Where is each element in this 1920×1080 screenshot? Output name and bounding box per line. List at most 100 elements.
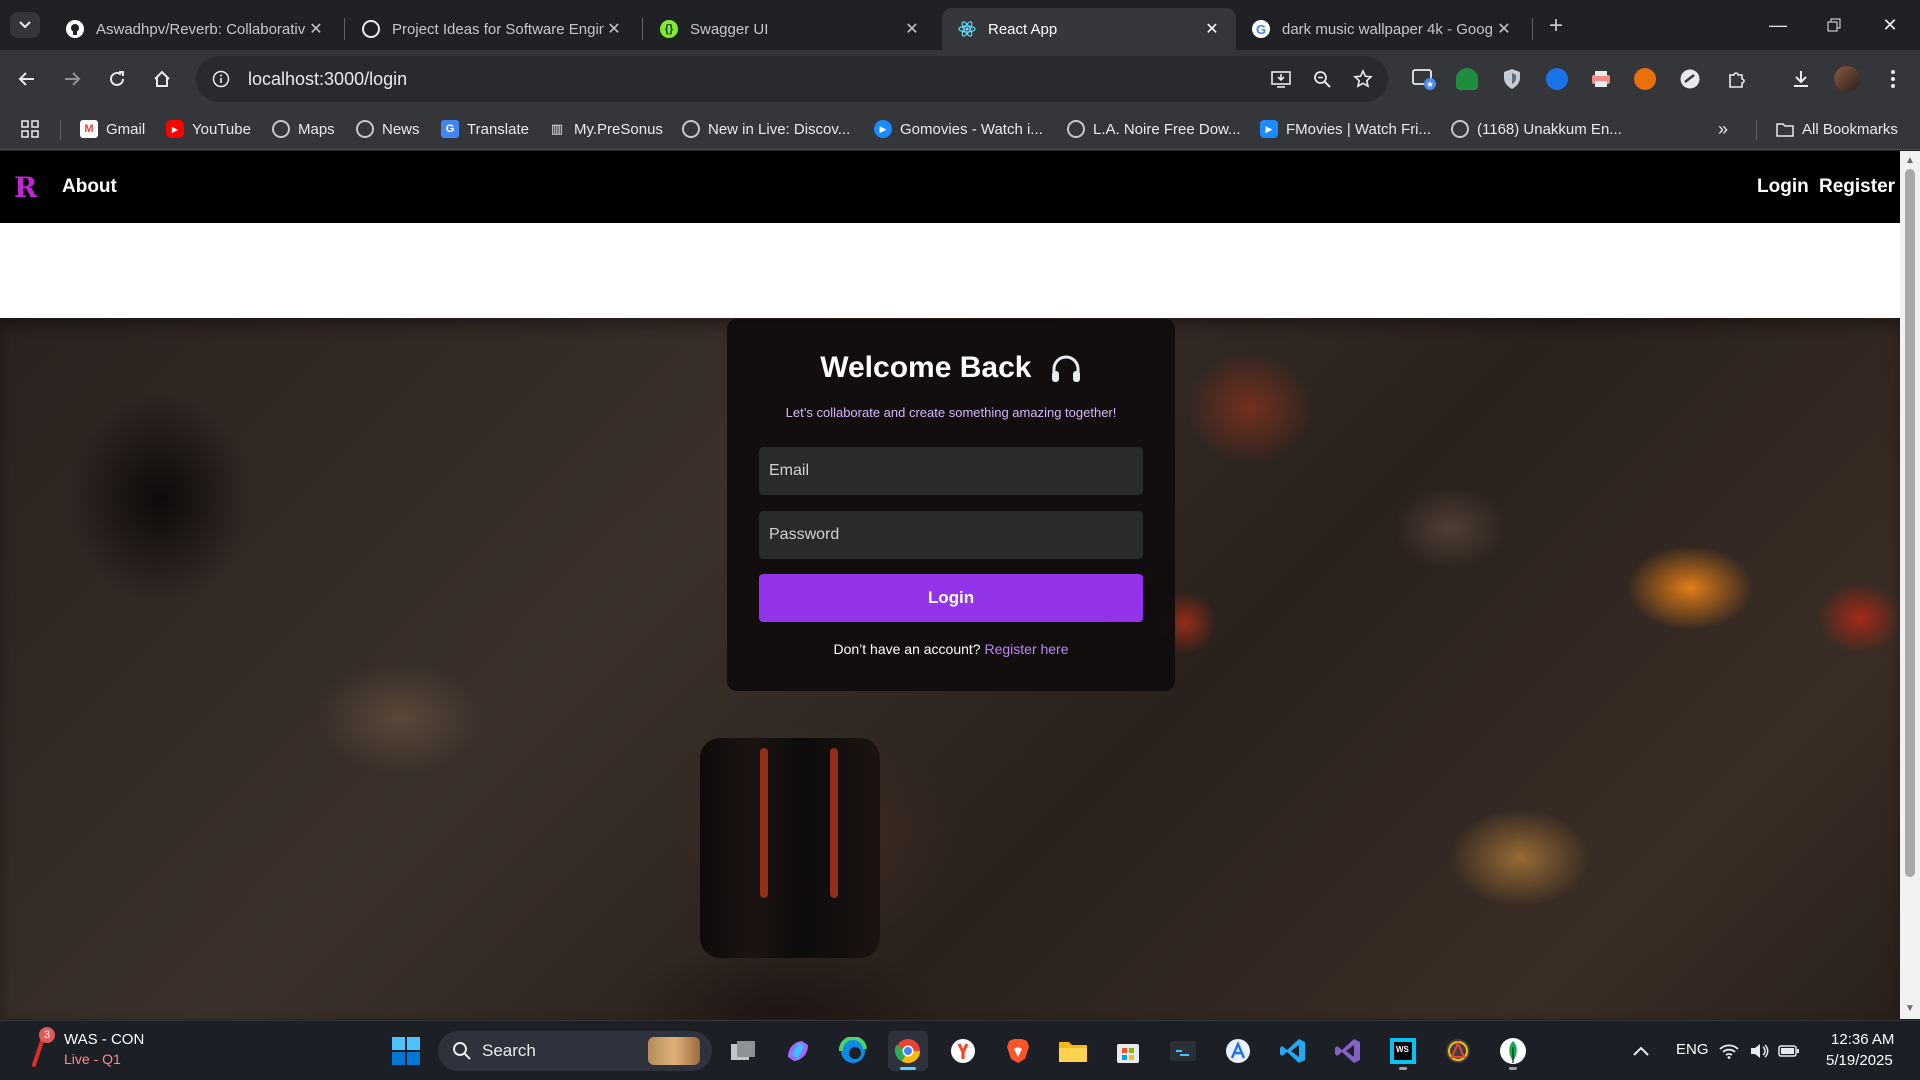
plus-icon: + bbox=[1548, 12, 1563, 39]
restore-button[interactable] bbox=[1806, 0, 1862, 50]
bookmark-news[interactable]: News bbox=[356, 116, 420, 142]
back-button[interactable] bbox=[10, 62, 44, 96]
bookmark-gmail[interactable]: M Gmail bbox=[80, 116, 145, 142]
tab-project-ideas[interactable]: Project Ideas for Software Engin ✕ bbox=[346, 8, 638, 50]
microsoft-store-button[interactable] bbox=[1108, 1031, 1148, 1071]
bookmark-fmovies[interactable]: ▶ FMovies | Watch Fri... bbox=[1260, 116, 1431, 142]
cookie-extension-icon[interactable] bbox=[1628, 62, 1662, 96]
tab-title: Project Ideas for Software Engin bbox=[392, 20, 604, 38]
new-tab-button[interactable]: + bbox=[1542, 12, 1570, 40]
shield-extension-icon[interactable] bbox=[1495, 62, 1529, 96]
shazam-extension-icon[interactable] bbox=[1540, 62, 1574, 96]
bookmark-star-icon[interactable] bbox=[1346, 62, 1380, 96]
downloads-icon[interactable] bbox=[1784, 62, 1818, 96]
bookmark-la-noire[interactable]: L.A. Noire Free Dow... bbox=[1067, 116, 1241, 142]
close-icon[interactable]: ✕ bbox=[902, 19, 922, 39]
apps-grid-icon[interactable] bbox=[20, 116, 40, 142]
mongodb-button[interactable] bbox=[1493, 1031, 1533, 1071]
nav-about-link[interactable]: About bbox=[62, 176, 117, 198]
scroll-up-arrow-icon[interactable]: ▲ bbox=[1904, 155, 1916, 167]
register-link[interactable]: Register here bbox=[984, 641, 1068, 657]
yandex-icon bbox=[951, 1039, 975, 1063]
clock-time[interactable]: 12:36 AM bbox=[1831, 1031, 1894, 1048]
show-hidden-icons-button[interactable] bbox=[1621, 1031, 1661, 1071]
address-bar[interactable]: localhost:3000/login bbox=[196, 56, 1388, 102]
tab-search-button[interactable] bbox=[10, 12, 40, 38]
presonus-icon: ▥ bbox=[550, 121, 564, 136]
register-prompt-text: Don’t have an account? bbox=[833, 641, 981, 657]
site-info-icon[interactable] bbox=[204, 62, 238, 96]
profile-avatar[interactable] bbox=[1830, 62, 1864, 96]
file-explorer-button[interactable] bbox=[1053, 1031, 1093, 1071]
bookmark-ableton-live[interactable]: New in Live: Discov... bbox=[682, 116, 850, 142]
close-icon[interactable]: ✕ bbox=[1202, 19, 1222, 39]
start-button[interactable] bbox=[386, 1031, 426, 1071]
search-highlight-image bbox=[648, 1037, 700, 1065]
chromium-app-button[interactable] bbox=[1438, 1031, 1478, 1071]
webstorm-button[interactable]: WS bbox=[1383, 1031, 1423, 1071]
bookmark-label: News bbox=[382, 120, 420, 138]
vscode-button[interactable] bbox=[1273, 1031, 1313, 1071]
home-button[interactable] bbox=[145, 62, 179, 96]
chevron-down-icon bbox=[19, 21, 31, 29]
brand-logo[interactable]: R bbox=[14, 171, 37, 204]
password-field[interactable] bbox=[759, 511, 1143, 559]
bookmark-gomovies[interactable]: ▶ Gomovies - Watch i... bbox=[874, 116, 1043, 142]
brave-button[interactable] bbox=[998, 1031, 1038, 1071]
printer-extension-icon[interactable] bbox=[1584, 62, 1618, 96]
reload-button[interactable] bbox=[100, 62, 134, 96]
all-bookmarks-button[interactable]: All Bookmarks bbox=[1776, 116, 1898, 142]
bookmark-youtube[interactable]: ▶ YouTube bbox=[166, 116, 251, 142]
weather-title: WAS - CON bbox=[64, 1031, 145, 1048]
tab-google-search[interactable]: G dark music wallpaper 4k - Goog ✕ bbox=[1236, 8, 1528, 50]
close-window-button[interactable]: ✕ bbox=[1862, 0, 1918, 50]
close-icon[interactable]: ✕ bbox=[306, 19, 326, 39]
extensions-puzzle-icon[interactable] bbox=[1720, 62, 1754, 96]
nav-register-link[interactable]: Register bbox=[1819, 176, 1895, 198]
taskbar-search[interactable]: Search bbox=[438, 1031, 712, 1071]
login-button[interactable]: Login bbox=[759, 574, 1143, 622]
globe-icon bbox=[682, 120, 700, 138]
wifi-icon[interactable] bbox=[1714, 1031, 1744, 1071]
screen-cast-extension-icon[interactable] bbox=[1407, 62, 1441, 96]
speedometer-extension-icon[interactable] bbox=[1673, 62, 1707, 96]
edge-button[interactable] bbox=[833, 1031, 873, 1071]
scroll-down-arrow-icon[interactable]: ▼ bbox=[1904, 1003, 1916, 1015]
menu-kebab-icon[interactable] bbox=[1876, 62, 1910, 96]
close-icon[interactable]: ✕ bbox=[1494, 19, 1514, 39]
plant-extension-icon[interactable] bbox=[1450, 62, 1484, 96]
forward-button[interactable] bbox=[55, 62, 89, 96]
task-view-button[interactable] bbox=[723, 1031, 763, 1071]
email-field[interactable] bbox=[759, 447, 1143, 495]
tab-react-app[interactable]: React App ✕ bbox=[942, 8, 1236, 50]
tab-github[interactable]: Aswadhpv/Reverb: Collaborativ ✕ bbox=[50, 8, 340, 50]
bookmark-label: Gomovies - Watch i... bbox=[900, 120, 1043, 138]
clock-date[interactable]: 5/19/2025 bbox=[1826, 1052, 1893, 1069]
install-app-icon[interactable] bbox=[1264, 62, 1298, 96]
battery-icon[interactable] bbox=[1774, 1031, 1804, 1071]
copilot-button[interactable] bbox=[778, 1031, 818, 1071]
tab-swagger[interactable]: {} Swagger UI ✕ bbox=[644, 8, 936, 50]
bookmark-unakkum[interactable]: (1168) Unakkum En... bbox=[1451, 116, 1622, 142]
bookmark-translate[interactable]: G Translate bbox=[441, 116, 529, 142]
visual-studio-button[interactable] bbox=[1328, 1031, 1368, 1071]
minimize-button[interactable]: — bbox=[1750, 0, 1806, 50]
volume-icon[interactable] bbox=[1744, 1031, 1774, 1071]
zoom-icon[interactable] bbox=[1305, 62, 1339, 96]
page-scrollbar[interactable]: ▲ ▼ bbox=[1900, 151, 1920, 1019]
terminal-button[interactable] bbox=[1163, 1031, 1203, 1071]
translate-icon: G bbox=[441, 120, 459, 138]
visual-studio-icon bbox=[1335, 1039, 1360, 1063]
yandex-button[interactable] bbox=[943, 1031, 983, 1071]
chrome-button[interactable] bbox=[888, 1031, 928, 1071]
terminal-icon bbox=[1170, 1041, 1196, 1061]
close-icon[interactable]: ✕ bbox=[604, 19, 624, 39]
more-bookmarks-chevron-icon[interactable]: » bbox=[1718, 116, 1728, 142]
bookmark-maps[interactable]: Maps bbox=[272, 116, 335, 142]
app-store-button[interactable] bbox=[1218, 1031, 1258, 1071]
nav-login-link[interactable]: Login bbox=[1757, 176, 1809, 198]
mixer-knob-stripe bbox=[760, 748, 768, 898]
language-indicator[interactable]: ENG bbox=[1676, 1041, 1709, 1058]
scroll-thumb[interactable] bbox=[1905, 169, 1915, 877]
bookmark-presonus[interactable]: ▥ My.PreSonus bbox=[548, 116, 663, 142]
